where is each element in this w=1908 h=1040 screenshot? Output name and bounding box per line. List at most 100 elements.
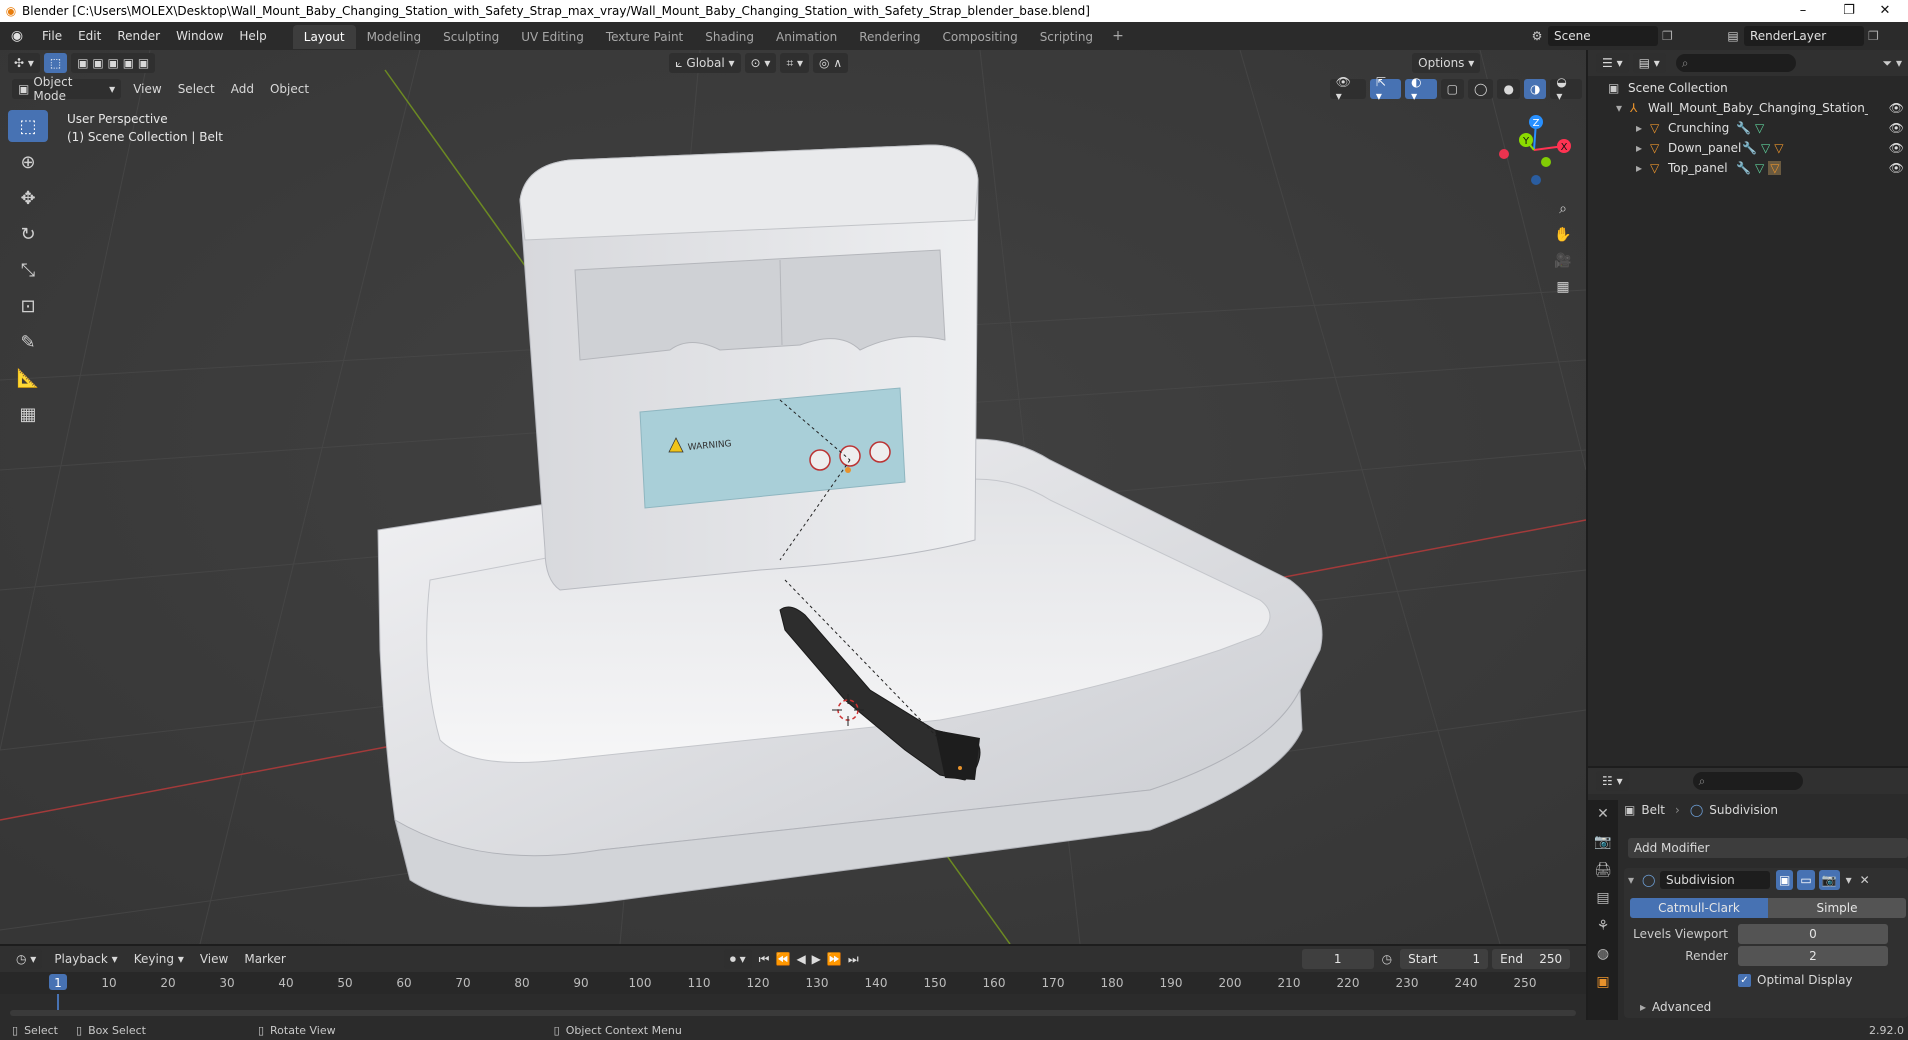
pan-hand-icon[interactable]: ✋ — [1550, 222, 1576, 248]
visibility-eye-icon[interactable]: 👁 — [1889, 121, 1904, 135]
outliner-object-row[interactable]: ▸ ▽ Crunching 🔧 ▽ 👁 — [1608, 118, 1908, 138]
tab-uv-editing[interactable]: UV Editing — [510, 25, 595, 49]
scale-tool[interactable]: ⤡ — [8, 254, 48, 286]
transform-orientation-dropdown[interactable]: ⟀ Global ▾ — [669, 53, 741, 73]
select-tool-mode-button[interactable]: ⬚ — [43, 53, 68, 73]
scene-tab-icon[interactable]: ⚘ — [1588, 912, 1618, 940]
next-keyframe-icon[interactable]: ⏩ — [824, 952, 845, 966]
viewport-toggle[interactable]: ▭ — [1797, 870, 1815, 890]
add-cube-tool[interactable]: ▦ — [8, 398, 48, 430]
tab-scripting[interactable]: Scripting — [1029, 25, 1104, 49]
select-mode-set-button[interactable]: ▣ ▣ ▣ ▣ ▣ — [71, 53, 156, 73]
shading-solid-button[interactable]: ● — [1497, 79, 1520, 99]
copy-scene-icon[interactable]: ❐ — [1658, 29, 1673, 43]
play-icon[interactable]: ▶ — [809, 952, 824, 966]
expand-right-icon[interactable]: ▸ — [1636, 141, 1650, 155]
outliner-object-row[interactable]: ▸ ▽ Down_panel 🔧 ▽ ▽ 👁 — [1608, 138, 1908, 158]
timeline-track-area[interactable] — [0, 994, 1586, 1020]
3d-viewport[interactable]: WARNING — [0, 50, 1586, 944]
menu-view[interactable]: View — [125, 82, 169, 96]
outliner-scene-collection[interactable]: ▣ Scene Collection — [1608, 78, 1908, 98]
view-layer-tab-icon[interactable]: ▤ — [1588, 884, 1618, 912]
current-frame-field[interactable]: 1 — [1301, 949, 1374, 969]
add-modifier-dropdown[interactable]: Add Modifier — [1628, 838, 1908, 858]
modifier-name-field[interactable]: Subdivision — [1660, 871, 1770, 889]
editor-type-button[interactable]: ✣ ▾ — [8, 53, 40, 73]
transform-tool[interactable]: ⊡ — [8, 290, 48, 322]
clock-icon[interactable]: ◷ — [1374, 952, 1400, 966]
optimal-display-checkbox[interactable]: ✓ — [1738, 973, 1751, 987]
tab-rendering[interactable]: Rendering — [848, 25, 931, 49]
simple-option[interactable]: Simple — [1768, 898, 1906, 918]
expand-down-icon[interactable]: ▾ — [1616, 101, 1630, 115]
catmull-clark-option[interactable]: Catmull-Clark — [1630, 898, 1768, 918]
outliner-collection-row[interactable]: ▾ ⅄ Wall_Mount_Baby_Changing_Station_wit… — [1608, 98, 1908, 118]
timeline-editor-type-button[interactable]: ◷ ▾ — [10, 949, 43, 969]
annotate-tool[interactable]: ✎ — [8, 326, 48, 358]
scene-icon[interactable]: ⚙ — [1526, 29, 1548, 43]
cursor-tool[interactable]: ⊕ — [8, 146, 48, 178]
menu-edit[interactable]: Edit — [70, 22, 109, 50]
tab-compositing[interactable]: Compositing — [931, 25, 1028, 49]
jump-end-icon[interactable]: ⏭ — [845, 952, 862, 967]
copy-view-layer-icon[interactable]: ❐ — [1864, 29, 1879, 43]
blender-menu-icon[interactable]: ◉ — [0, 28, 34, 44]
render-toggle[interactable]: 📷 — [1818, 870, 1840, 890]
menu-timeline-view[interactable]: View — [192, 952, 236, 966]
menu-select[interactable]: Select — [170, 82, 223, 96]
proportional-edit-toggle[interactable]: ◎ ∧ — [813, 53, 849, 73]
world-tab-icon[interactable]: ◍ — [1588, 940, 1618, 968]
shading-material-button[interactable]: ◑ — [1523, 79, 1547, 99]
play-reverse-icon[interactable]: ◀ — [793, 952, 808, 966]
object-tab-icon[interactable]: ▣ — [1588, 968, 1618, 996]
ortho-grid-icon[interactable]: ▦ — [1550, 274, 1576, 300]
menu-add[interactable]: Add — [223, 82, 262, 96]
tab-modeling[interactable]: Modeling — [356, 25, 433, 49]
object-mode-dropdown[interactable]: ▣ Object Mode ▾ — [12, 75, 122, 103]
view-layer-field[interactable]: RenderLayer — [1744, 26, 1864, 46]
visibility-eye-icon[interactable]: 👁 — [1889, 141, 1904, 155]
filter-icon[interactable]: ⏷ ▾ — [1883, 56, 1908, 71]
remove-modifier-icon[interactable]: ✕ — [1860, 873, 1870, 887]
expand-right-icon[interactable]: ▸ — [1636, 121, 1650, 135]
outliner-display-mode-button[interactable]: ▤ ▾ — [1632, 53, 1666, 73]
shading-wireframe-button[interactable]: ◯ — [1468, 79, 1494, 99]
menu-marker[interactable]: Marker — [236, 952, 293, 966]
visibility-eye-icon[interactable]: 👁 — [1889, 161, 1904, 175]
modifier-menu-icon[interactable]: ▾ — [1846, 873, 1852, 887]
menu-render[interactable]: Render — [109, 22, 168, 50]
minimize-button[interactable]: – — [1780, 0, 1826, 22]
collapse-icon[interactable]: ▾ — [1628, 873, 1642, 887]
menu-object[interactable]: Object — [262, 82, 317, 96]
menu-file[interactable]: File — [34, 22, 70, 50]
jump-start-icon[interactable]: ⏮ — [756, 952, 773, 967]
zoom-icon[interactable]: ⌕ — [1550, 196, 1576, 222]
tab-shading[interactable]: Shading — [694, 25, 765, 49]
render-levels-field[interactable]: 2 — [1738, 946, 1888, 966]
rotate-tool[interactable]: ↻ — [8, 218, 48, 250]
visibility-dropdown[interactable]: 👁 ▾ — [1329, 75, 1366, 103]
expand-right-icon[interactable]: ▸ — [1636, 161, 1650, 175]
levels-viewport-field[interactable]: 0 — [1738, 924, 1888, 944]
end-frame-field[interactable]: End 250 — [1492, 949, 1571, 969]
visibility-eye-icon[interactable]: 👁 — [1889, 101, 1904, 115]
tab-texture-paint[interactable]: Texture Paint — [595, 25, 694, 49]
camera-view-icon[interactable]: 🎥 — [1550, 248, 1576, 274]
tab-sculpting[interactable]: Sculpting — [432, 25, 510, 49]
snap-toggle[interactable]: ⌗ ▾ — [780, 53, 810, 73]
add-workspace-icon[interactable]: + — [1104, 28, 1132, 44]
timeline-scrollbar[interactable] — [10, 1010, 1576, 1016]
outliner-search-input[interactable]: ⌕ — [1675, 54, 1796, 72]
tool-tab-icon[interactable]: ✕ — [1588, 800, 1618, 828]
edit-mode-toggle[interactable]: ▣ — [1776, 870, 1794, 890]
menu-playback[interactable]: Playback ▾ — [46, 952, 125, 966]
prev-keyframe-icon[interactable]: ⏪ — [772, 952, 793, 966]
outliner-object-row[interactable]: ▸ ▽ Top_panel 🔧 ▽ ▽ 👁 — [1608, 158, 1908, 178]
move-tool[interactable]: ✥ — [8, 182, 48, 214]
select-box-tool[interactable]: ⬚ — [8, 110, 48, 142]
menu-help[interactable]: Help — [231, 22, 274, 50]
record-button[interactable]: ⏺ ▾ — [723, 949, 752, 969]
menu-keying[interactable]: Keying ▾ — [126, 952, 192, 966]
shading-rendered-button[interactable]: ◒ ▾ — [1550, 75, 1583, 103]
tab-layout[interactable]: Layout — [292, 25, 356, 49]
